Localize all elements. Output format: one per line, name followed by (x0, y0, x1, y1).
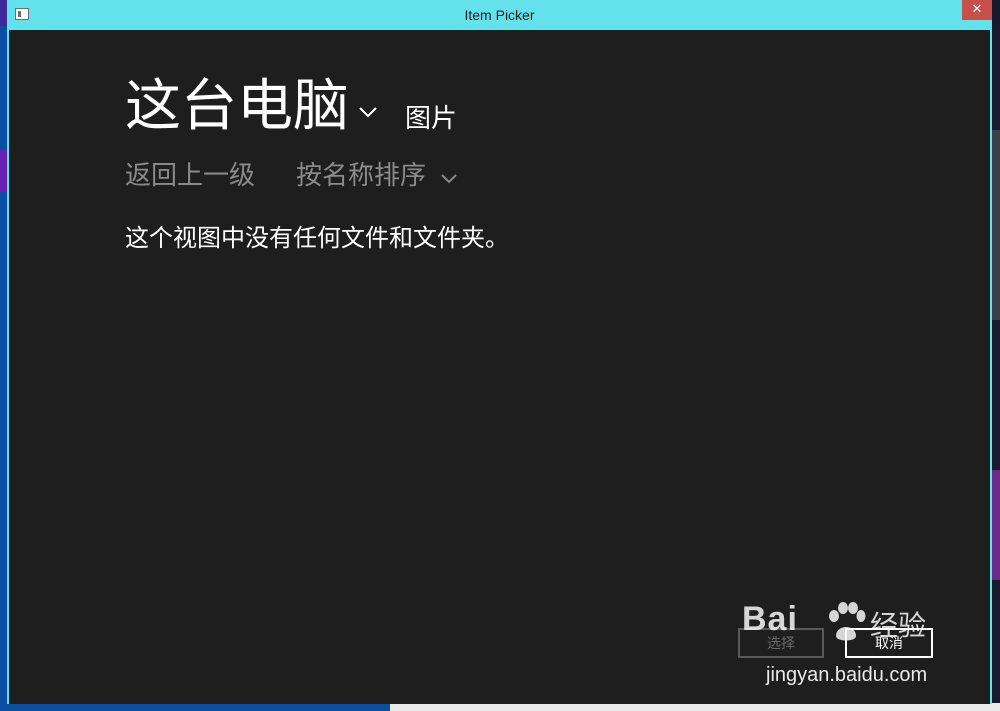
item-picker-window: Item Picker ✕ 这台电脑 图片 返回上一级 按名称排序 这个视图中没… (7, 0, 992, 704)
picker-content: 这台电脑 图片 返回上一级 按名称排序 这个视图中没有任何文件和文件夹。 选择 … (9, 30, 990, 704)
cancel-button[interactable]: 取消 (845, 628, 933, 658)
taskbar-segment (0, 703, 390, 711)
go-up-button[interactable]: 返回上一级 (125, 158, 255, 194)
location-title[interactable]: 这台电脑 (125, 72, 349, 142)
chevron-down-icon[interactable] (359, 106, 377, 118)
title-bar[interactable]: Item Picker ✕ (7, 0, 992, 30)
sort-dropdown[interactable]: 按名称排序 (296, 158, 426, 194)
desktop-right-edge (992, 0, 1000, 711)
close-button[interactable]: ✕ (962, 0, 992, 20)
desktop-bottom-edge (0, 703, 1000, 711)
desktop-tile (992, 130, 1000, 320)
desktop-tile (992, 470, 1000, 580)
close-icon: ✕ (971, 2, 983, 17)
chevron-down-icon[interactable] (441, 174, 457, 184)
select-button[interactable]: 选择 (738, 628, 824, 658)
empty-view-message: 这个视图中没有任何文件和文件夹。 (125, 224, 509, 252)
current-folder: 图片 (405, 104, 458, 134)
window-title: Item Picker (464, 7, 535, 23)
